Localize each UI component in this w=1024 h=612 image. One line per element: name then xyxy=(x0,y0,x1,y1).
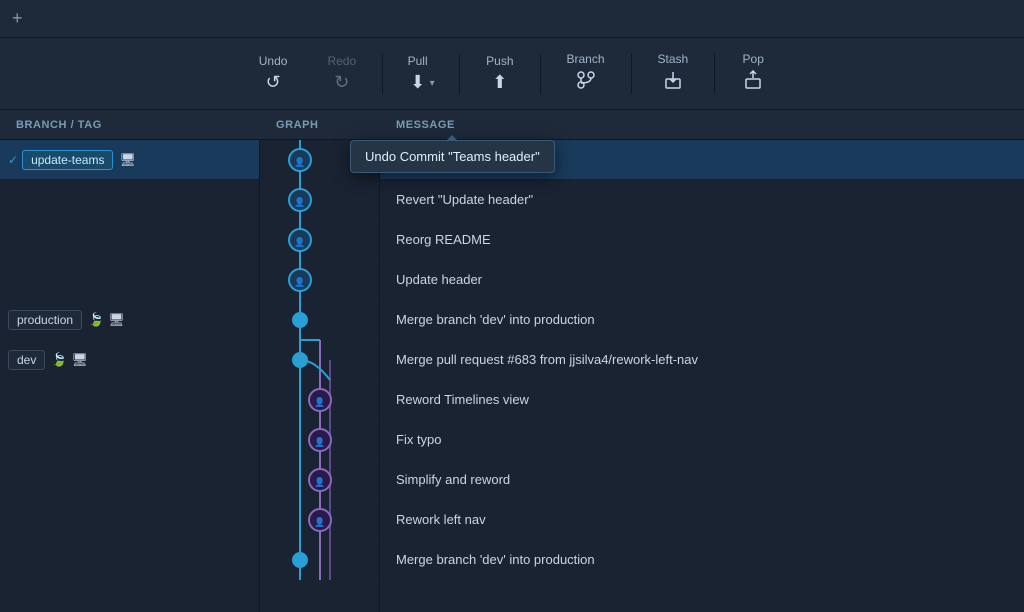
message-text-3: Update header xyxy=(396,272,482,287)
checkmark-icon-0: ✓ xyxy=(8,153,18,167)
leaf-icon-production: 🍃 xyxy=(88,312,104,328)
message-header: MESSAGE xyxy=(380,110,1024,139)
redo-label: Redo xyxy=(327,54,356,68)
message-row-9[interactable]: Rework left nav xyxy=(380,500,1024,540)
monitor-icon-0: 🖥 xyxy=(119,152,136,168)
undo-label: Undo xyxy=(259,54,288,68)
branch-button[interactable]: Branch xyxy=(549,46,623,101)
message-text-2: Reorg README xyxy=(396,232,491,247)
branch-cell-7 xyxy=(0,420,259,460)
undo-button[interactable]: Undo ↺ xyxy=(241,48,306,99)
svg-text:👤: 👤 xyxy=(314,476,325,487)
branch-cell-9 xyxy=(0,500,259,540)
stash-label: Stash xyxy=(658,52,689,66)
branch-cell-4[interactable]: production 🍃 🖥 xyxy=(0,300,259,340)
svg-text:👤: 👤 xyxy=(294,236,305,247)
message-row-1[interactable]: Revert "Update header" xyxy=(380,180,1024,220)
branch-cell-6 xyxy=(0,380,259,420)
pull-button[interactable]: Pull ⬇ ▾ xyxy=(391,48,451,99)
pull-dropdown-arrow[interactable]: ▾ xyxy=(430,78,435,89)
svg-text:👤: 👤 xyxy=(294,196,305,207)
undo-tooltip: Undo Commit "Teams header" xyxy=(350,140,555,173)
redo-icon: ↻ xyxy=(334,72,349,93)
undo-icon: ↺ xyxy=(266,72,281,93)
push-icon: ⬆ xyxy=(492,72,507,93)
push-button[interactable]: Push ⬆ xyxy=(468,48,531,99)
branch-cell-2 xyxy=(0,220,259,260)
message-row-6[interactable]: Reword Timelines view xyxy=(380,380,1024,420)
main-area: Undo Commit "Teams header" BRANCH / TAG … xyxy=(0,110,1024,612)
leaf-icon-dev: 🍃 xyxy=(51,352,67,368)
add-tab-button[interactable]: + xyxy=(12,8,23,29)
push-label: Push xyxy=(486,54,513,68)
message-text-6: Reword Timelines view xyxy=(396,392,529,407)
message-row-10[interactable]: Merge branch 'dev' into production xyxy=(380,540,1024,580)
branch-tag-update-teams[interactable]: update-teams xyxy=(22,150,113,170)
svg-text:👤: 👤 xyxy=(314,396,325,407)
monitor-icon-dev: 🖥 xyxy=(72,352,89,368)
pop-label: Pop xyxy=(743,52,764,66)
svg-text:👤: 👤 xyxy=(294,156,305,167)
branch-cell-0[interactable]: ✓ update-teams 🖥 xyxy=(0,140,259,180)
pop-button[interactable]: Pop xyxy=(723,46,783,101)
branch-cell-8 xyxy=(0,460,259,500)
branch-cell-5[interactable]: dev 🍃 🖥 xyxy=(0,340,259,380)
tooltip-text: Undo Commit "Teams header" xyxy=(365,149,540,164)
pull-label: Pull xyxy=(408,54,428,68)
message-text-1: Revert "Update header" xyxy=(396,192,533,207)
top-bar: + xyxy=(0,0,1024,38)
branch-cell-1 xyxy=(0,180,259,220)
message-text-7: Fix typo xyxy=(396,432,442,447)
message-text-8: Simplify and reword xyxy=(396,472,510,487)
monitor-icon-production: 🖥 xyxy=(108,312,125,328)
svg-text:👤: 👤 xyxy=(314,436,325,447)
branch-tag-production[interactable]: production xyxy=(8,310,82,330)
pull-icon: ⬇ xyxy=(410,72,425,93)
message-text-9: Rework left nav xyxy=(396,512,486,527)
graph-column: 👤 👤 👤 👤 👤 👤 xyxy=(260,140,380,612)
message-text-4: Merge branch 'dev' into production xyxy=(396,312,595,327)
svg-text:👤: 👤 xyxy=(314,516,325,527)
message-row-5[interactable]: Merge pull request #683 from jjsilva4/re… xyxy=(380,340,1024,380)
stash-icon xyxy=(663,70,683,95)
message-text-10: Merge branch 'dev' into production xyxy=(396,552,595,567)
stash-button[interactable]: Stash xyxy=(640,46,707,101)
svg-text:👤: 👤 xyxy=(294,276,305,287)
message-row-8[interactable]: Simplify and reword xyxy=(380,460,1024,500)
message-row-2[interactable]: Reorg README xyxy=(380,220,1024,260)
column-headers: BRANCH / TAG GRAPH MESSAGE xyxy=(0,110,1024,140)
branch-cell-10 xyxy=(0,540,259,580)
graph-svg: 👤 👤 👤 👤 👤 👤 xyxy=(260,140,380,580)
message-text-5: Merge pull request #683 from jjsilva4/re… xyxy=(396,352,698,367)
message-column: Teams header Revert "Update header" Reor… xyxy=(380,140,1024,612)
graph-header: GRAPH xyxy=(260,110,380,139)
message-row-4[interactable]: Merge branch 'dev' into production xyxy=(380,300,1024,340)
message-row-3[interactable]: Update header xyxy=(380,260,1024,300)
message-row-7[interactable]: Fix typo xyxy=(380,420,1024,460)
branch-label: Branch xyxy=(567,52,605,66)
pop-icon xyxy=(743,70,763,95)
branch-tag-dev[interactable]: dev xyxy=(8,350,45,370)
toolbar: Undo ↺ Redo ↻ Pull ⬇ ▾ Push ⬆ Branch xyxy=(0,38,1024,110)
branch-cell-3 xyxy=(0,260,259,300)
redo-button[interactable]: Redo ↻ xyxy=(309,48,374,99)
branch-column: ✓ update-teams 🖥 production 🍃 🖥 dev 🍃 � xyxy=(0,140,260,612)
branch-icon xyxy=(576,70,596,95)
branch-tag-header: BRANCH / TAG xyxy=(0,110,260,139)
